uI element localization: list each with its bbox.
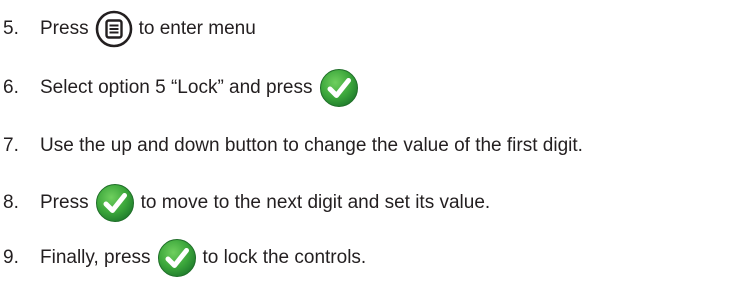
- step-text-before: Select option 5 “Lock” and press: [40, 77, 313, 98]
- step-6: 6. Select option 5 “Lock” and press: [0, 66, 359, 110]
- step-number: 8.: [3, 192, 19, 213]
- step-text-after: to move to the next digit and set its va…: [140, 192, 491, 213]
- step-5: 5. Press to enter menu: [0, 7, 256, 51]
- step-text-before: Press: [40, 192, 89, 213]
- menu-button-icon: [95, 10, 133, 48]
- step-number: 5.: [3, 18, 19, 39]
- step-9: 9. Finally, press to lock the controls.: [0, 236, 366, 280]
- step-text-after: to lock the controls.: [202, 247, 367, 268]
- green-check-button-icon: [157, 238, 197, 278]
- step-number: 7.: [3, 135, 19, 156]
- step-text-before: Press: [40, 18, 89, 39]
- step-7: 7. Use the up and down button to change …: [0, 124, 583, 168]
- green-check-button-icon: [319, 68, 359, 108]
- green-check-button-icon: [95, 183, 135, 223]
- step-text-before: Finally, press: [40, 247, 151, 268]
- instruction-steps: 5. Press to enter menu 6. Select option …: [0, 0, 741, 285]
- step-text-before: Use the up and down button to change the…: [40, 135, 583, 156]
- step-text-after: to enter menu: [138, 18, 256, 39]
- step-number: 6.: [3, 77, 19, 98]
- step-number: 9.: [3, 247, 19, 268]
- step-8: 8. Press to move to the next digit and s…: [0, 181, 490, 225]
